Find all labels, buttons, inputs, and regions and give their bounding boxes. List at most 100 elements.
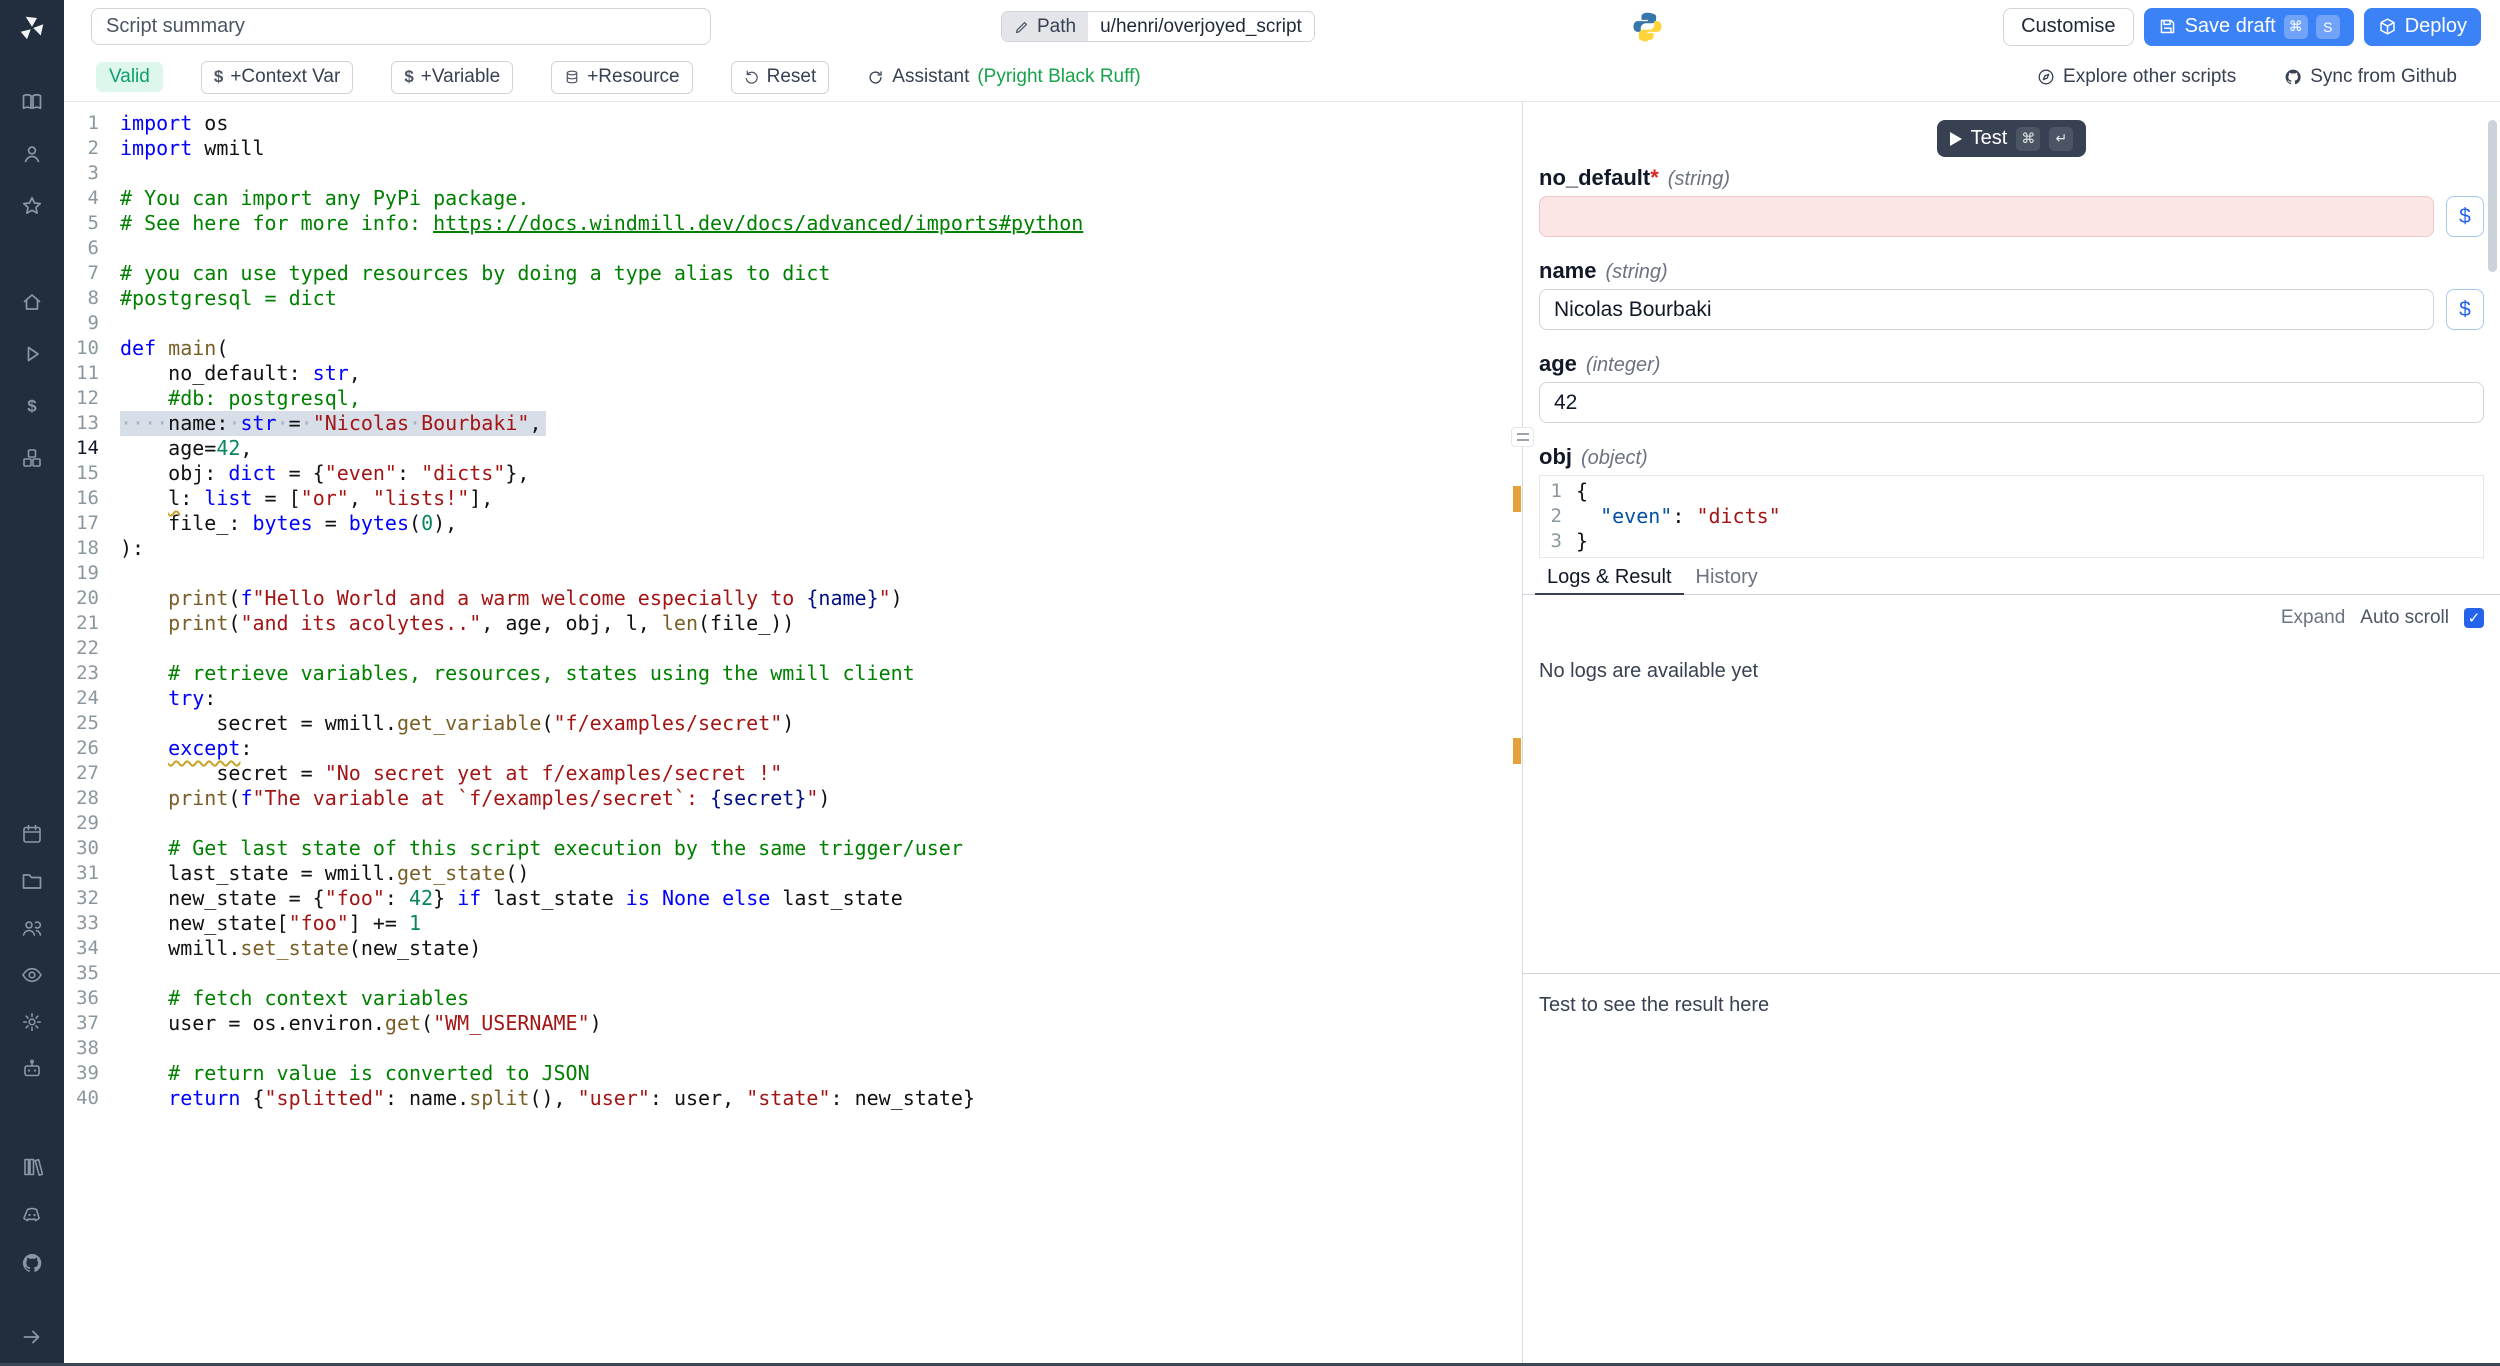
code-line[interactable]: 24 try: bbox=[64, 686, 1522, 711]
workers-robot-icon[interactable] bbox=[21, 1058, 43, 1080]
code-line[interactable]: 35 bbox=[64, 961, 1522, 986]
age-input[interactable] bbox=[1539, 382, 2484, 423]
code-line[interactable]: 31 last_state = wmill.get_state() bbox=[64, 861, 1522, 886]
code-line[interactable]: 1{ bbox=[1540, 479, 2483, 504]
code-line-content[interactable]: new_state = {"foo": 42} if last_state is… bbox=[120, 886, 903, 911]
code-line-content[interactable]: #postgresql = dict bbox=[120, 286, 337, 311]
scrollbar-thumb[interactable] bbox=[2488, 120, 2497, 272]
code-line-content[interactable]: ····name:·str·=·"Nicolas·Bourbaki", bbox=[120, 411, 546, 436]
code-line-content[interactable]: no_default: str, bbox=[120, 361, 361, 386]
code-line[interactable]: 9 bbox=[64, 311, 1522, 336]
code-line[interactable]: 16 l: list = ["or", "lists!"], bbox=[64, 486, 1522, 511]
tab-history[interactable]: History bbox=[1684, 560, 1770, 594]
code-line[interactable]: 23 # retrieve variables, resources, stat… bbox=[64, 661, 1522, 686]
code-line-content[interactable]: return {"splitted": name.split(), "user"… bbox=[120, 1086, 975, 1111]
code-line-content[interactable]: secret = "No secret yet at f/examples/se… bbox=[120, 761, 782, 786]
test-button[interactable]: Test ⌘ ↵ bbox=[1937, 120, 2087, 157]
code-line[interactable]: 6 bbox=[64, 236, 1522, 261]
code-line-content[interactable]: # See here for more info: https://docs.w… bbox=[120, 211, 1083, 236]
code-line[interactable]: 12 #db: postgresql, bbox=[64, 386, 1522, 411]
code-line-content[interactable]: # return value is converted to JSON bbox=[120, 1061, 590, 1086]
code-line-content[interactable]: #db: postgresql, bbox=[120, 386, 361, 411]
name-variable-picker-button[interactable]: $ bbox=[2446, 289, 2484, 330]
obj-json-editor[interactable]: 1{2 "even": "dicts"3} bbox=[1539, 475, 2484, 558]
code-line-content[interactable]: last_state = wmill.get_state() bbox=[120, 861, 529, 886]
code-line[interactable]: 37 user = os.environ.get("WM_USERNAME") bbox=[64, 1011, 1522, 1036]
code-line[interactable]: 40 return {"splitted": name.split(), "us… bbox=[64, 1086, 1522, 1111]
code-line[interactable]: 3} bbox=[1540, 529, 2483, 554]
code-line[interactable]: 7# you can use typed resources by doing … bbox=[64, 261, 1522, 286]
code-line[interactable]: 19 bbox=[64, 561, 1522, 586]
variables-dollar-icon[interactable] bbox=[21, 395, 43, 417]
code-line[interactable]: 5# See here for more info: https://docs.… bbox=[64, 211, 1522, 236]
code-line[interactable]: 2import wmill bbox=[64, 136, 1522, 161]
resources-icon[interactable] bbox=[21, 447, 43, 469]
schedules-calendar-icon[interactable] bbox=[21, 823, 43, 845]
code-line[interactable]: 29 bbox=[64, 811, 1522, 836]
code-line[interactable]: 8#postgresql = dict bbox=[64, 286, 1522, 311]
code-line[interactable]: 17 file_: bytes = bytes(0), bbox=[64, 511, 1522, 536]
code-line[interactable]: 27 secret = "No secret yet at f/examples… bbox=[64, 761, 1522, 786]
code-line-content[interactable]: wmill.set_state(new_state) bbox=[120, 936, 481, 961]
code-line[interactable]: 13····name:·str·=·"Nicolas·Bourbaki", bbox=[64, 411, 1522, 436]
code-line[interactable]: 38 bbox=[64, 1036, 1522, 1061]
windmill-logo[interactable] bbox=[17, 13, 47, 43]
sync-from-github-button[interactable]: Sync from Github bbox=[2284, 66, 2457, 88]
code-line[interactable]: 3 bbox=[64, 161, 1522, 186]
code-line-content[interactable]: # Get last state of this script executio… bbox=[120, 836, 963, 861]
code-line-content[interactable]: obj: dict = {"even": "dicts"}, bbox=[120, 461, 529, 486]
code-line[interactable]: 26 except: bbox=[64, 736, 1522, 761]
deploy-button[interactable]: Deploy bbox=[2364, 8, 2481, 46]
code-line-content[interactable]: # fetch context variables bbox=[120, 986, 469, 1011]
code-line[interactable]: 2 "even": "dicts" bbox=[1540, 504, 2483, 529]
code-line[interactable]: 25 secret = wmill.get_variable("f/exampl… bbox=[64, 711, 1522, 736]
code-line[interactable]: 14 age=42, bbox=[64, 436, 1522, 461]
home-icon[interactable] bbox=[21, 291, 43, 313]
code-line[interactable]: 34 wmill.set_state(new_state) bbox=[64, 936, 1522, 961]
code-line-content[interactable]: } bbox=[1576, 529, 1588, 554]
code-line-content[interactable]: try: bbox=[120, 686, 216, 711]
runs-play-icon[interactable] bbox=[21, 343, 43, 365]
code-line-content[interactable]: print(f"Hello World and a warm welcome e… bbox=[120, 586, 903, 611]
assistant-button[interactable]: Assistant (Pyright Black Ruff) bbox=[867, 66, 1140, 88]
code-line[interactable]: 18): bbox=[64, 536, 1522, 561]
save-draft-button[interactable]: Save draft ⌘ S bbox=[2144, 8, 2354, 46]
code-line[interactable]: 15 obj: dict = {"even": "dicts"}, bbox=[64, 461, 1522, 486]
auto-scroll-checkbox[interactable]: ✓ bbox=[2464, 608, 2484, 628]
code-line-content[interactable]: # You can import any PyPi package. bbox=[120, 186, 529, 211]
explore-other-scripts-button[interactable]: Explore other scripts bbox=[2037, 66, 2236, 88]
audit-eye-icon[interactable] bbox=[21, 964, 43, 986]
code-line-content[interactable]: { bbox=[1576, 479, 1588, 504]
name-input[interactable] bbox=[1539, 289, 2434, 330]
code-line[interactable]: 22 bbox=[64, 636, 1522, 661]
github-icon[interactable] bbox=[21, 1252, 43, 1274]
no-default-input[interactable] bbox=[1539, 196, 2434, 237]
code-line-content[interactable]: print("and its acolytes..", age, obj, l,… bbox=[120, 611, 794, 636]
code-line[interactable]: 28 print(f"The variable at `f/examples/s… bbox=[64, 786, 1522, 811]
reset-button[interactable]: Reset bbox=[731, 61, 830, 94]
code-line-content[interactable]: secret = wmill.get_variable("f/examples/… bbox=[120, 711, 794, 736]
book-icon[interactable] bbox=[21, 91, 43, 113]
splitter-grip[interactable] bbox=[1511, 427, 1534, 447]
code-line-content[interactable]: # you can use typed resources by doing a… bbox=[120, 261, 830, 286]
code-line[interactable]: 36 # fetch context variables bbox=[64, 986, 1522, 1011]
code-line[interactable]: 39 # return value is converted to JSON bbox=[64, 1061, 1522, 1086]
tab-logs-result[interactable]: Logs & Result bbox=[1535, 561, 1684, 595]
code-line-content[interactable]: "even": "dicts" bbox=[1576, 504, 1781, 529]
code-line[interactable]: 20 print(f"Hello World and a warm welcom… bbox=[64, 586, 1522, 611]
code-line-content[interactable]: except: bbox=[120, 736, 252, 761]
settings-gear-icon[interactable] bbox=[21, 1011, 43, 1033]
groups-icon[interactable] bbox=[21, 917, 43, 939]
code-editor[interactable]: 1import os2import wmill34# You can impor… bbox=[64, 102, 1522, 1366]
discord-icon[interactable] bbox=[21, 1204, 43, 1226]
code-line[interactable]: 1import os bbox=[64, 111, 1522, 136]
customise-button[interactable]: Customise bbox=[2003, 8, 2133, 46]
code-line[interactable]: 21 print("and its acolytes..", age, obj,… bbox=[64, 611, 1522, 636]
star-icon[interactable] bbox=[21, 195, 43, 217]
expand-button[interactable]: Expand bbox=[2281, 607, 2345, 629]
path-chip[interactable]: Path u/henri/overjoyed_script bbox=[1001, 11, 1315, 42]
code-line[interactable]: 11 no_default: str, bbox=[64, 361, 1522, 386]
code-line-content[interactable]: l: list = ["or", "lists!"], bbox=[120, 486, 493, 511]
code-line-content[interactable]: import os bbox=[120, 111, 228, 136]
folders-icon[interactable] bbox=[21, 870, 43, 892]
